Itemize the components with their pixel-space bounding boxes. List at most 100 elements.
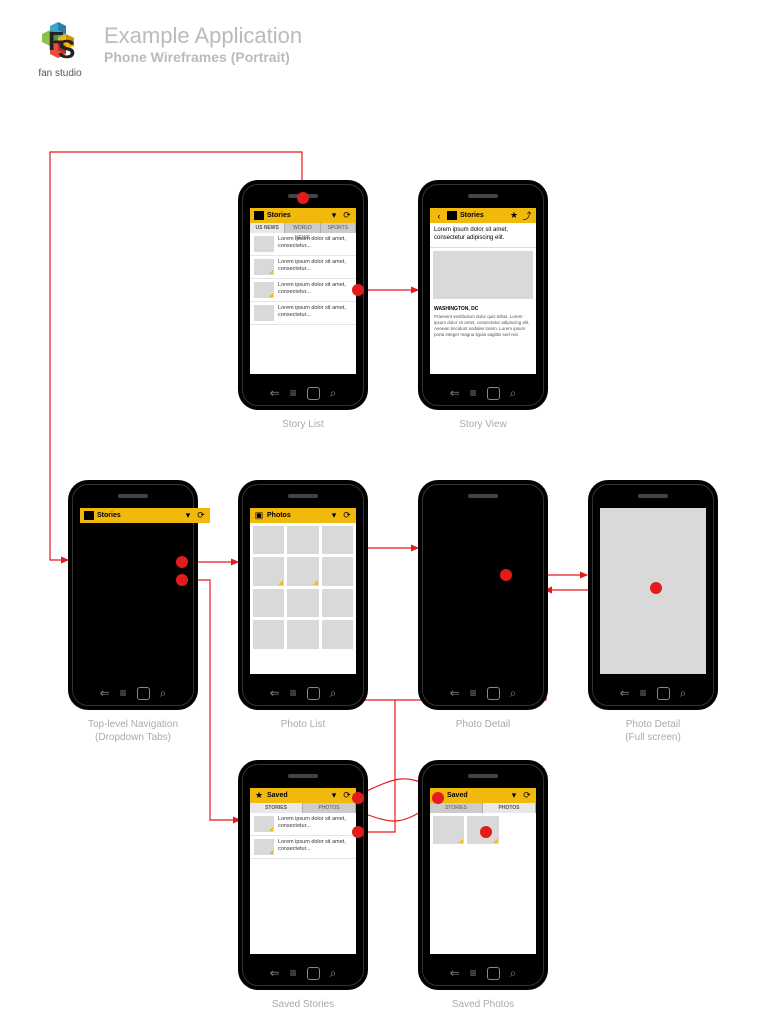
app-bar-title: Stories bbox=[97, 512, 180, 519]
back-icon[interactable]: ⇐ bbox=[270, 967, 280, 980]
app-bar: ★ Saved ▾⟳ bbox=[430, 788, 536, 803]
back-icon[interactable]: ⇐ bbox=[450, 967, 460, 980]
photo-cell[interactable] bbox=[253, 589, 284, 617]
menu-icon[interactable]: ≡ bbox=[290, 687, 297, 700]
search-icon[interactable]: ⌕ bbox=[680, 687, 687, 700]
tab-saved-stories[interactable]: STORIES bbox=[430, 803, 483, 813]
menu-icon[interactable]: ≡ bbox=[640, 687, 647, 700]
photo-cell[interactable] bbox=[322, 557, 353, 585]
dropdown-icon[interactable]: ▾ bbox=[329, 211, 339, 221]
caption: Saved Photos bbox=[418, 998, 548, 1011]
search-icon[interactable]: ⌕ bbox=[510, 687, 517, 700]
photo-cell[interactable] bbox=[253, 557, 284, 585]
app-bar: ▣ Photos ▾⟳ bbox=[250, 508, 356, 523]
flow-dot bbox=[297, 192, 309, 204]
dropdown-icon[interactable]: ▾ bbox=[329, 511, 339, 521]
star-icon[interactable]: ★ bbox=[509, 211, 519, 221]
search-icon[interactable]: ⌕ bbox=[330, 967, 337, 980]
page-title: Example Application bbox=[104, 24, 302, 48]
share-icon[interactable]: ⤴ bbox=[522, 211, 532, 221]
brand-text: fan studio bbox=[38, 68, 81, 79]
refresh-icon[interactable]: ⟳ bbox=[342, 211, 352, 221]
back-icon[interactable]: ⇐ bbox=[100, 687, 110, 700]
menu-icon[interactable]: ≡ bbox=[470, 387, 477, 400]
flow-dot bbox=[352, 284, 364, 296]
refresh-icon[interactable]: ⟳ bbox=[342, 511, 352, 521]
page-subtitle: Phone Wireframes (Portrait) bbox=[104, 49, 302, 65]
story-tabs: US NEWS WORLD NEWS SPORTS bbox=[250, 223, 356, 233]
tab-us[interactable]: US NEWS bbox=[250, 223, 285, 233]
tab-saved-stories[interactable]: STORIES bbox=[250, 803, 303, 813]
story-row[interactable]: Lorem ipsum dolor sit amet, consectetur.… bbox=[250, 813, 356, 836]
photo-cell[interactable] bbox=[253, 526, 284, 554]
photo-cell[interactable] bbox=[322, 526, 353, 554]
saved-tabs: STORIES PHOTOS bbox=[250, 803, 356, 813]
home-icon[interactable] bbox=[307, 387, 320, 400]
tab-saved-photos[interactable]: PHOTOS bbox=[303, 803, 356, 813]
story-row[interactable]: Lorem ipsum dolor sit amet, consectetur.… bbox=[250, 256, 356, 279]
story-row[interactable]: Lorem ipsum dolor sit amet, consectetur.… bbox=[250, 836, 356, 859]
caption: Story View bbox=[418, 418, 548, 431]
home-icon[interactable] bbox=[307, 967, 320, 980]
menu-icon[interactable]: ≡ bbox=[470, 687, 477, 700]
back-icon[interactable]: ⇐ bbox=[620, 687, 630, 700]
refresh-icon[interactable]: ⟳ bbox=[522, 791, 532, 801]
menu-icon[interactable]: ≡ bbox=[290, 967, 297, 980]
caption: Photo List bbox=[238, 718, 368, 731]
menu-icon[interactable]: ≡ bbox=[120, 687, 127, 700]
caption: Photo Detail (Full screen) bbox=[588, 718, 718, 744]
home-icon[interactable] bbox=[487, 687, 500, 700]
menu-icon[interactable]: ≡ bbox=[470, 967, 477, 980]
back-icon[interactable]: ‹ bbox=[434, 211, 444, 221]
story-row[interactable]: Lorem ipsum dolor sit amet, consectetur.… bbox=[250, 279, 356, 302]
app-bar-title: Stories bbox=[267, 212, 326, 219]
flow-dot bbox=[500, 569, 512, 581]
flow-dot bbox=[480, 826, 492, 838]
caption: Saved Stories bbox=[238, 998, 368, 1011]
home-icon[interactable] bbox=[137, 687, 150, 700]
search-icon[interactable]: ⌕ bbox=[510, 967, 517, 980]
search-icon[interactable]: ⌕ bbox=[330, 387, 337, 400]
flow-dot bbox=[352, 826, 364, 838]
brand-logo: F S fan studio bbox=[30, 18, 90, 79]
page-header: F S fan studio Example Application Phone… bbox=[30, 18, 738, 79]
story-lead: Lorem ipsum dolor sit amet, consectetur … bbox=[430, 223, 536, 248]
story-row[interactable]: Lorem ipsum dolor sit amet, consectetur.… bbox=[250, 233, 356, 256]
home-icon[interactable] bbox=[307, 687, 320, 700]
dropdown-icon[interactable]: ▾ bbox=[183, 511, 193, 521]
back-icon[interactable]: ⇐ bbox=[450, 687, 460, 700]
app-bar: ‹ Stories ★⤴ bbox=[430, 208, 536, 223]
dropdown-icon[interactable]: ▾ bbox=[329, 791, 339, 801]
back-icon[interactable]: ⇐ bbox=[270, 687, 280, 700]
app-icon bbox=[254, 211, 264, 220]
phone-story-list: Stories ▾⟳ US NEWS WORLD NEWS SPORTS Lor… bbox=[238, 180, 368, 410]
tab-world[interactable]: WORLD NEWS bbox=[285, 223, 320, 233]
caption: Photo Detail bbox=[418, 718, 548, 731]
photo-cell[interactable] bbox=[287, 557, 318, 585]
tab-saved-photos[interactable]: PHOTOS bbox=[483, 803, 536, 813]
photo-cell[interactable] bbox=[287, 589, 318, 617]
photo-cell[interactable] bbox=[322, 589, 353, 617]
photo-cell[interactable] bbox=[433, 816, 464, 844]
story-row[interactable]: Lorem ipsum dolor sit amet, consectetur.… bbox=[250, 302, 356, 325]
app-bar-title: Saved bbox=[447, 792, 506, 799]
story-hero-image bbox=[433, 251, 533, 299]
photo-cell[interactable] bbox=[253, 620, 284, 648]
home-icon[interactable] bbox=[657, 687, 670, 700]
refresh-icon[interactable]: ⟳ bbox=[342, 791, 352, 801]
search-icon[interactable]: ⌕ bbox=[160, 687, 167, 700]
refresh-icon[interactable]: ⟳ bbox=[196, 511, 206, 521]
search-icon[interactable]: ⌕ bbox=[510, 387, 517, 400]
home-icon[interactable] bbox=[487, 967, 500, 980]
dropdown-icon[interactable]: ▾ bbox=[509, 791, 519, 801]
menu-icon[interactable]: ≡ bbox=[290, 387, 297, 400]
photo-cell[interactable] bbox=[322, 620, 353, 648]
phone-story-view: ‹ Stories ★⤴ Lorem ipsum dolor sit amet,… bbox=[418, 180, 548, 410]
back-icon[interactable]: ⇐ bbox=[450, 387, 460, 400]
search-icon[interactable]: ⌕ bbox=[330, 687, 337, 700]
home-icon[interactable] bbox=[487, 387, 500, 400]
photo-cell[interactable] bbox=[287, 526, 318, 554]
back-icon[interactable]: ⇐ bbox=[270, 387, 280, 400]
photo-cell[interactable] bbox=[287, 620, 318, 648]
tab-sport[interactable]: SPORTS bbox=[321, 223, 356, 233]
